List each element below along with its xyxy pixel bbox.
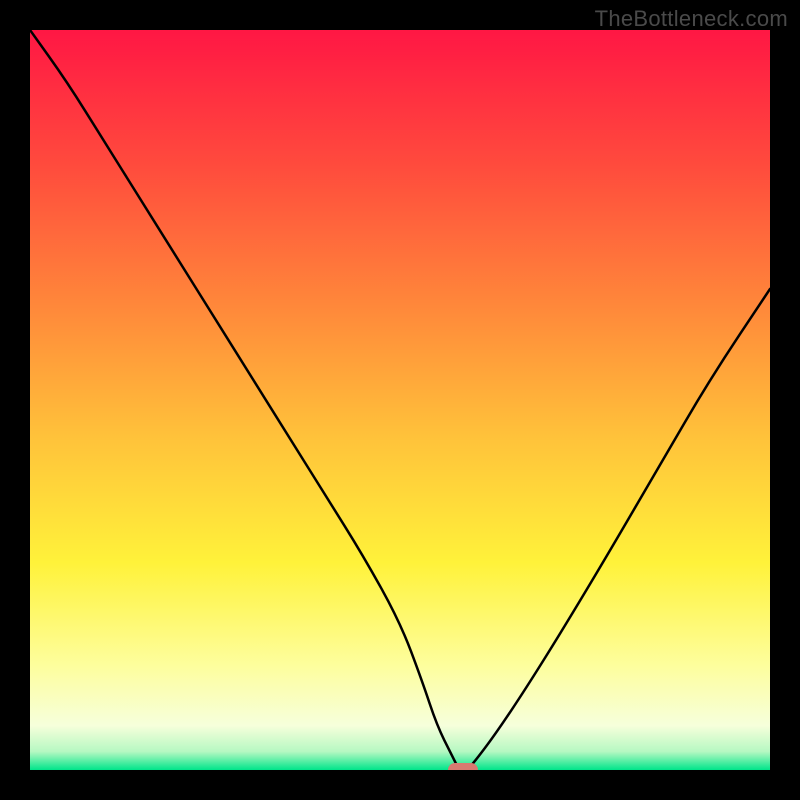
optimal-point-marker <box>448 763 478 770</box>
gradient-background <box>30 30 770 770</box>
bottleneck-chart-svg <box>30 30 770 770</box>
watermark-label: TheBottleneck.com <box>595 6 788 32</box>
chart-frame: TheBottleneck.com <box>0 0 800 800</box>
plot-area <box>30 30 770 770</box>
